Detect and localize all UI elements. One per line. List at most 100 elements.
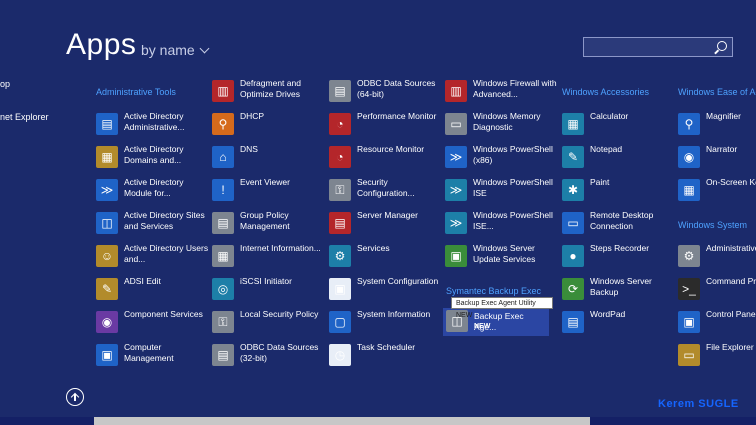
app-tile[interactable]: ◷ Task Scheduler bbox=[329, 342, 441, 372]
group-header-symantec: Symantec Backup Exec bbox=[446, 286, 542, 296]
firewall-icon: ▥ bbox=[445, 80, 467, 102]
app-tile[interactable]: ◔ Performance Monitor bbox=[329, 111, 441, 141]
app-label: Performance Monitor bbox=[357, 111, 437, 121]
app-tile[interactable]: ▭ Windows Memory Diagnostic bbox=[445, 111, 557, 141]
app-tile[interactable]: ⚿ Security Configuration... bbox=[329, 177, 441, 207]
app-tile[interactable]: ▥ Defragment and Optimize Drives bbox=[212, 78, 324, 108]
task-scheduler-icon: ◷ bbox=[329, 344, 351, 366]
app-label: Active Directory Users and... bbox=[124, 243, 209, 264]
app-tile[interactable]: ▤ Active Directory Administrative... bbox=[96, 111, 208, 141]
app-label: Magnifier bbox=[706, 111, 741, 121]
partial-app-label[interactable]: net Explorer bbox=[0, 112, 49, 122]
powershell-ise-icon: ≫ bbox=[445, 179, 467, 201]
app-tile[interactable]: ▤ WordPad bbox=[562, 309, 674, 339]
performance-monitor-icon: ◔ bbox=[329, 113, 351, 135]
odbc-icon: ▤ bbox=[329, 80, 351, 102]
app-label: Services bbox=[357, 243, 390, 253]
app-tile[interactable]: ⚲ DHCP bbox=[212, 111, 324, 141]
app-label: Windows PowerShell ISE bbox=[473, 177, 553, 198]
app-tile[interactable]: ⚙ Administrative Tools bbox=[678, 243, 756, 273]
app-tile[interactable]: ! Event Viewer bbox=[212, 177, 324, 207]
app-label: File Explorer bbox=[706, 342, 754, 352]
app-label: Local Security Policy bbox=[240, 309, 319, 319]
powershell-icon: ≫ bbox=[96, 179, 118, 201]
app-tile[interactable]: ✱ Paint bbox=[562, 177, 674, 207]
app-tile[interactable]: ▣ Control Panel bbox=[678, 309, 756, 339]
app-label: Active Directory Domains and... bbox=[124, 144, 184, 165]
up-arrow-icon[interactable] bbox=[66, 388, 84, 406]
app-tile[interactable]: ▢ System Information bbox=[329, 309, 441, 339]
app-tile[interactable]: ▦ On-Screen Keyboard bbox=[678, 177, 756, 207]
search-icon[interactable] bbox=[717, 41, 727, 51]
app-tile[interactable]: ≫ Windows PowerShell (x86) bbox=[445, 144, 557, 174]
resource-monitor-icon: ◔ bbox=[329, 146, 351, 168]
system-information-icon: ▢ bbox=[329, 311, 351, 333]
group-header-windows-ease: Windows Ease of Acce bbox=[678, 87, 756, 97]
app-tile[interactable]: ⌂ DNS bbox=[212, 144, 324, 174]
app-tile[interactable]: ⚲ Magnifier bbox=[678, 111, 756, 141]
app-tile[interactable]: ≫ Active Directory Module for... bbox=[96, 177, 208, 207]
paint-icon: ✱ bbox=[562, 179, 584, 201]
services-icon: ⚙ bbox=[329, 245, 351, 267]
app-label: Steps Recorder bbox=[590, 243, 650, 253]
app-tile[interactable]: ▣ Windows Server Update Services bbox=[445, 243, 557, 273]
app-label: DNS bbox=[240, 144, 258, 154]
app-tile[interactable]: ⟳ Windows Server Backup bbox=[562, 276, 674, 306]
partial-app-label[interactable]: op bbox=[0, 79, 10, 89]
group-policy-icon: ▤ bbox=[212, 212, 234, 234]
app-tile[interactable]: ◉ Narrator bbox=[678, 144, 756, 174]
notepad-icon: ✎ bbox=[562, 146, 584, 168]
app-tile[interactable]: ◔ Resource Monitor bbox=[329, 144, 441, 174]
app-label: Task Scheduler bbox=[357, 342, 416, 352]
horizontal-scrollbar[interactable] bbox=[0, 417, 756, 425]
app-tile[interactable]: ≫ Windows PowerShell ISE... bbox=[445, 210, 557, 240]
app-tile[interactable]: ◉ Component Services bbox=[96, 309, 208, 339]
remote-desktop-icon: ▭ bbox=[562, 212, 584, 234]
event-viewer-icon: ! bbox=[212, 179, 234, 201]
app-tile[interactable]: ▤ Server Manager bbox=[329, 210, 441, 240]
app-tile[interactable]: ▤ ODBC Data Sources (64-bit) bbox=[329, 78, 441, 108]
app-tile[interactable]: ▥ Windows Firewall with Advanced... bbox=[445, 78, 557, 108]
app-tile[interactable]: ⚙ Services bbox=[329, 243, 441, 273]
app-tile[interactable]: ✎ Notepad bbox=[562, 144, 674, 174]
app-label: WordPad bbox=[590, 309, 626, 319]
app-tile[interactable]: ▤ ODBC Data Sources (32-bit) bbox=[212, 342, 324, 372]
app-tile[interactable]: ✎ ADSI Edit bbox=[96, 276, 208, 306]
app-tile[interactable]: ≫ Windows PowerShell ISE bbox=[445, 177, 557, 207]
app-label: Windows Memory Diagnostic bbox=[473, 111, 541, 132]
app-tile[interactable]: ● Steps Recorder bbox=[562, 243, 674, 273]
magnifier-icon: ⚲ bbox=[678, 113, 700, 135]
app-tile[interactable]: ▭ Remote Desktop Connection bbox=[562, 210, 674, 240]
component-services-icon: ◉ bbox=[96, 311, 118, 333]
app-tile[interactable]: ☺ Active Directory Users and... bbox=[96, 243, 208, 273]
app-tile[interactable]: ▭ File Explorer bbox=[678, 342, 756, 372]
app-label: Event Viewer bbox=[240, 177, 290, 187]
app-label: Windows PowerShell (x86) bbox=[473, 144, 553, 165]
app-tile[interactable]: ⚿ Local Security Policy bbox=[212, 309, 324, 339]
app-label: Calculator bbox=[590, 111, 629, 121]
app-tile[interactable]: ▣ Computer Management bbox=[96, 342, 208, 372]
search-input[interactable] bbox=[583, 37, 733, 57]
app-tile[interactable]: ▣ System Configuration bbox=[329, 276, 441, 306]
group-header-admin-tools: Administrative Tools bbox=[96, 87, 176, 97]
app-label: Windows Server Update Services bbox=[473, 243, 536, 264]
security-config-icon: ⚿ bbox=[329, 179, 351, 201]
sort-label: by name bbox=[141, 42, 195, 58]
app-label: Windows Server Backup bbox=[590, 276, 652, 297]
app-tile[interactable]: ◎ iSCSI Initiator bbox=[212, 276, 324, 306]
chevron-down-icon bbox=[199, 43, 210, 54]
app-label: Active Directory Module for... bbox=[124, 177, 184, 198]
app-tile[interactable]: ▤ Group Policy Management bbox=[212, 210, 324, 240]
app-tile[interactable]: ◫ Active Directory Sites and Services bbox=[96, 210, 208, 240]
app-tile[interactable]: ▦ Active Directory Domains and... bbox=[96, 144, 208, 174]
app-tile[interactable]: >_ Command Prompt bbox=[678, 276, 756, 306]
scrollbar-thumb[interactable] bbox=[94, 417, 590, 425]
app-label: ODBC Data Sources (32-bit) bbox=[240, 342, 319, 363]
wordpad-icon: ▤ bbox=[562, 311, 584, 333]
app-label: Command Prompt bbox=[706, 276, 756, 286]
app-tile[interactable]: ▦ Calculator bbox=[562, 111, 674, 141]
signature-watermark: Kerem SUGLE bbox=[658, 398, 739, 410]
sort-dropdown[interactable]: by name bbox=[141, 42, 210, 58]
steps-recorder-icon: ● bbox=[562, 245, 584, 267]
app-tile[interactable]: ▦ Internet Information... bbox=[212, 243, 324, 273]
